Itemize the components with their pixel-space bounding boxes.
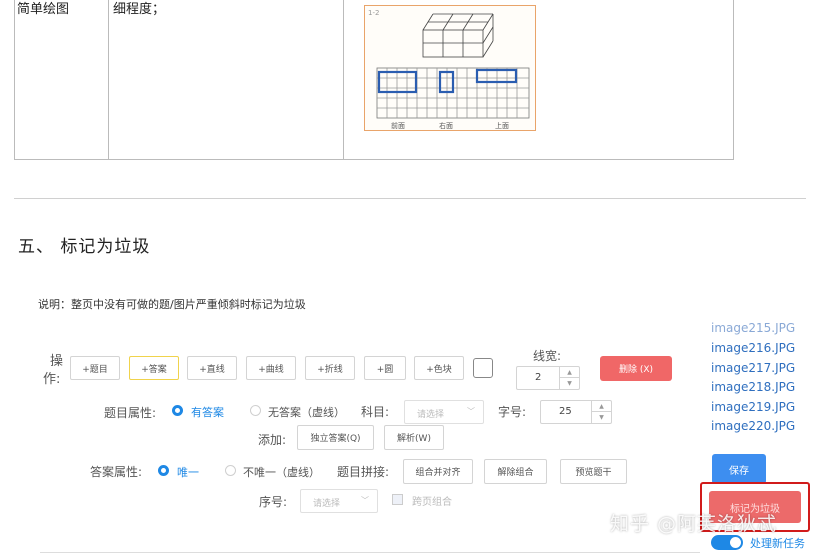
delete-button[interactable]: 删除 (X) <box>600 356 672 381</box>
line-width-stepper[interactable]: 2 ▲ ▼ <box>516 366 580 390</box>
three-view-drawing <box>376 13 530 119</box>
not-unique-radio[interactable] <box>225 465 236 476</box>
subject-placeholder: 请选择 <box>417 410 445 420</box>
add-line-button[interactable]: +直线 <box>187 356 237 380</box>
combine-align-button[interactable]: 组合并对齐 <box>403 459 473 484</box>
chevron-down-icon[interactable]: ▼ <box>591 412 611 423</box>
section-title: 五、 标记为垃圾 <box>18 237 151 257</box>
table-cell-type: 简单绘图 <box>15 0 109 159</box>
watermark: 知乎 @阿芙洛狄忒 <box>610 513 778 535</box>
unique-option[interactable]: 唯一 <box>177 464 199 480</box>
section-note: 说明：整页中没有可做的题/图片严重倾斜时标记为垃圾 <box>38 298 306 311</box>
color-picker-swatch[interactable] <box>473 358 493 378</box>
no-answer-radio[interactable] <box>250 405 261 416</box>
line-width-value: 2 <box>535 372 542 383</box>
font-size-stepper[interactable]: 25 ▲ ▼ <box>540 400 612 424</box>
cross-page-checkbox[interactable] <box>392 494 403 505</box>
section-divider <box>14 198 806 199</box>
independent-answer-button[interactable]: 独立答案(Q) <box>297 425 374 450</box>
has-answer-radio[interactable] <box>172 405 183 416</box>
chevron-down-icon[interactable]: ▼ <box>559 378 579 389</box>
operation-label-2: 作: <box>43 372 61 387</box>
add-curve-button[interactable]: +曲线 <box>246 356 296 380</box>
cell-text-description: 细程度； <box>113 2 166 17</box>
example-figure: 1-2 前面 右面 上面 <box>364 5 536 131</box>
list-item[interactable]: image220.JPG <box>711 419 795 433</box>
table-cell-description: 细程度； <box>109 0 344 159</box>
add-circle-button[interactable]: +圆 <box>364 356 406 380</box>
add-question-button[interactable]: +题目 <box>70 356 120 380</box>
analysis-button[interactable]: 解析(W) <box>384 425 444 450</box>
list-item[interactable]: image215.JPG <box>711 321 795 335</box>
line-width-label: 线宽: <box>533 349 562 363</box>
cell-text-type: 简单绘图 <box>17 2 70 17</box>
question-props-label: 题目属性: <box>104 406 157 420</box>
list-item[interactable]: image217.JPG <box>711 361 795 375</box>
chevron-down-icon: ﹀ <box>361 496 369 505</box>
save-button[interactable]: 保存 <box>712 454 766 484</box>
list-item[interactable]: image216.JPG <box>711 341 795 355</box>
figure-label-top: 上面 <box>495 122 509 130</box>
list-item[interactable]: image218.JPG <box>711 380 795 394</box>
new-task-toggle[interactable] <box>711 535 743 550</box>
add-answer-button[interactable]: +答案 <box>129 356 179 380</box>
chevron-down-icon: ﹀ <box>467 407 475 416</box>
new-task-label: 处理新任务 <box>750 537 805 550</box>
subject-label: 科目: <box>361 405 390 419</box>
figure-label-front: 前面 <box>391 122 405 130</box>
no-answer-option[interactable]: 无答案（虚线） <box>268 404 345 420</box>
bottom-divider <box>40 552 700 553</box>
order-select[interactable]: 请选择 ﹀ <box>300 489 378 513</box>
ungroup-button[interactable]: 解除组合 <box>484 459 547 484</box>
chevron-up-icon[interactable]: ▲ <box>559 367 579 378</box>
figure-label-right: 右面 <box>439 122 453 130</box>
add-polyline-button[interactable]: +折线 <box>305 356 355 380</box>
chevron-up-icon[interactable]: ▲ <box>591 401 611 412</box>
order-placeholder: 请选择 <box>313 499 341 509</box>
operation-label-1: 操 <box>50 354 64 369</box>
cross-page-label: 跨页组合 <box>412 497 452 508</box>
answer-props-label: 答案属性: <box>90 465 143 479</box>
add-label: 添加: <box>258 433 287 447</box>
list-item[interactable]: image219.JPG <box>711 400 795 414</box>
font-size-value: 25 <box>559 406 572 417</box>
preview-stem-button[interactable]: 预览题干 <box>560 459 627 484</box>
order-label: 序号: <box>259 495 288 509</box>
join-label: 题目拼接: <box>337 465 390 479</box>
toggle-knob <box>730 537 741 548</box>
content-table: 简单绘图 细程度； 1-2 前面 右面 上面 <box>14 0 734 160</box>
subject-select[interactable]: 请选择 ﹀ <box>404 400 484 424</box>
unique-radio[interactable] <box>158 465 169 476</box>
font-size-label: 字号: <box>498 405 527 419</box>
not-unique-option[interactable]: 不唯一（虚线） <box>243 464 320 480</box>
has-answer-option[interactable]: 有答案 <box>191 404 224 420</box>
add-color-block-button[interactable]: +色块 <box>414 356 464 380</box>
